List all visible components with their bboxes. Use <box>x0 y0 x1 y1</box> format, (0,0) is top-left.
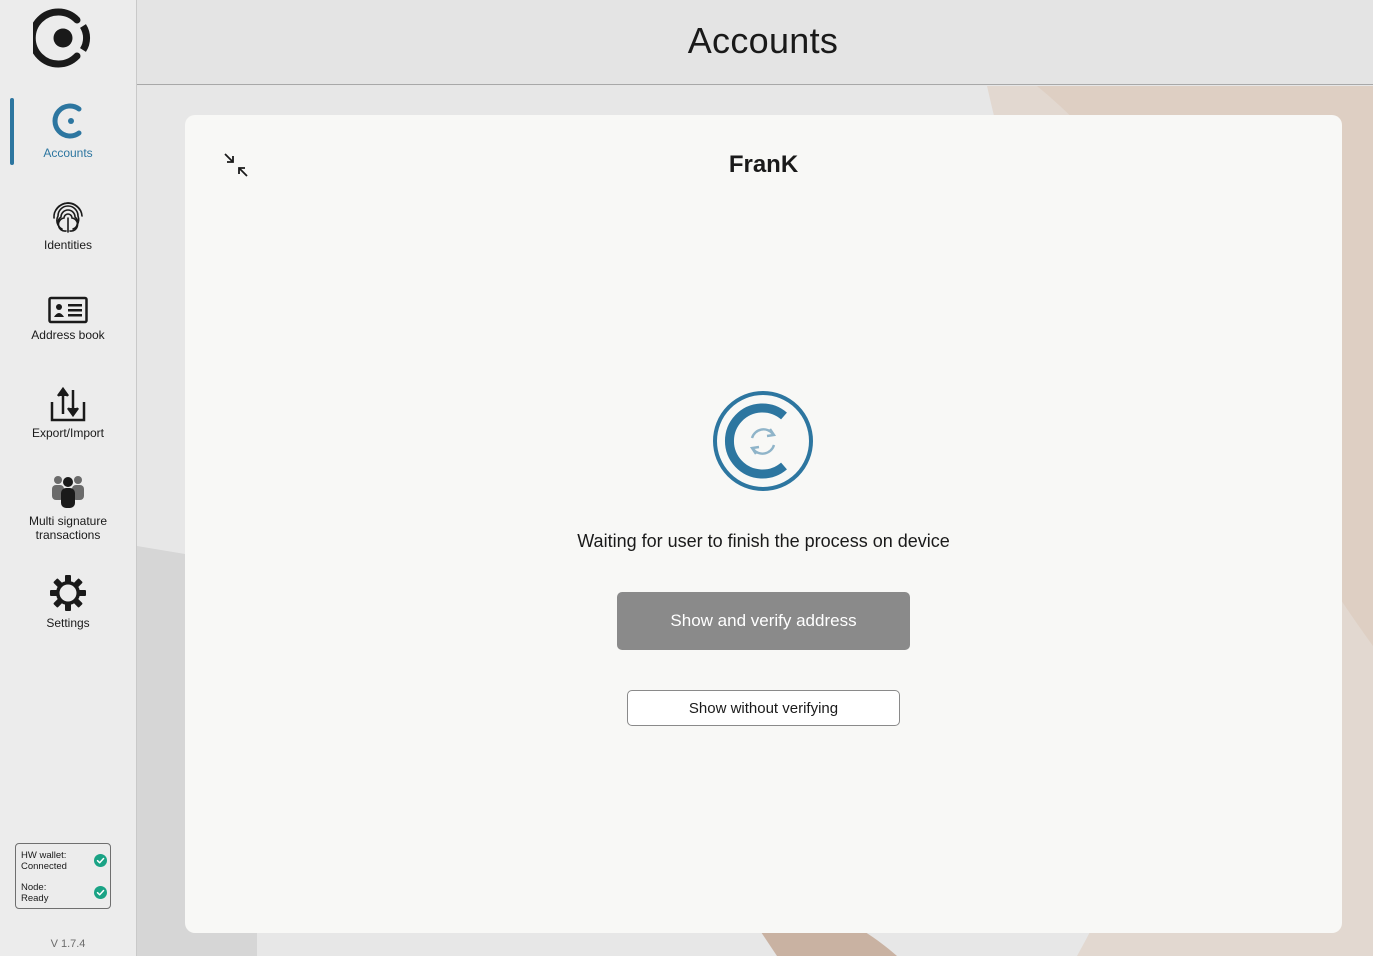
sidebar-item-export-import[interactable]: Export/Import <box>0 386 136 440</box>
check-circle-icon <box>94 886 107 899</box>
show-and-verify-button[interactable]: Show and verify address <box>617 592 910 650</box>
sidebar-item-label: Multi signature transactions <box>28 514 108 542</box>
waiting-message: Waiting for user to finish the process o… <box>577 531 950 551</box>
hw-wallet-status: HW wallet: Connected <box>21 850 107 874</box>
gear-icon <box>50 575 86 611</box>
page-header: Accounts <box>137 0 1373 85</box>
accounts-icon <box>52 103 82 139</box>
sidebar-item-settings[interactable]: Settings <box>0 574 136 630</box>
sidebar-item-label: Address book <box>31 328 105 342</box>
sidebar: Accounts Identities Address book Export/… <box>0 0 137 956</box>
device-sync-icon <box>713 391 813 491</box>
connection-status-panel: HW wallet: Connected Node: Ready <box>15 843 111 909</box>
sidebar-item-label: Export/Import <box>31 426 105 440</box>
sidebar-item-accounts[interactable]: Accounts <box>0 100 136 160</box>
export-import-icon <box>50 386 86 422</box>
app-version: V 1.7.4 <box>50 938 86 950</box>
sidebar-item-label: Accounts <box>43 146 93 160</box>
sidebar-item-identities[interactable]: Identities <box>0 198 136 252</box>
multisig-icon <box>52 476 84 508</box>
address-book-icon <box>48 296 88 324</box>
page-title: Accounts <box>687 20 839 61</box>
account-name: FranK <box>728 151 799 178</box>
show-without-verifying-button[interactable]: Show without verifying <box>627 690 900 726</box>
app-logo <box>33 8 90 68</box>
sidebar-item-multisig[interactable]: Multi signature transactions <box>0 474 136 542</box>
sidebar-item-label: Settings <box>46 616 90 630</box>
sidebar-item-label: Identities <box>43 238 93 252</box>
node-status: Node: Ready <box>21 882 107 906</box>
sidebar-item-address-book[interactable]: Address book <box>0 296 136 342</box>
account-card: FranK Waiting for user to finish the pro… <box>185 115 1342 933</box>
check-circle-icon <box>94 854 107 867</box>
fingerprint-icon <box>53 202 83 233</box>
